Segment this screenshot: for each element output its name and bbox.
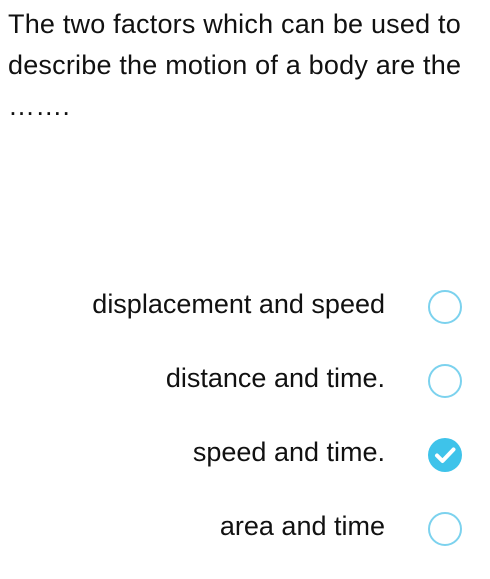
radio-empty-icon[interactable] [428,512,462,546]
checkmark-icon [435,447,456,463]
question-text: The two factors which can be used to des… [8,9,462,121]
checkmark-circle-icon[interactable] [428,438,462,472]
radio-empty-icon[interactable] [428,290,462,324]
option-4[interactable]: area and time [0,505,490,579]
option-label[interactable]: speed and time. [193,435,385,469]
option-1[interactable]: displacement and speed [0,283,490,357]
option-label[interactable]: area and time [220,509,385,543]
option-2[interactable]: distance and time. [0,357,490,431]
option-label[interactable]: displacement and speed [92,287,385,321]
answer-options: displacement and speed distance and time… [0,283,490,579]
option-3[interactable]: speed and time. [0,431,490,505]
radio-empty-icon[interactable] [428,364,462,398]
option-label[interactable]: distance and time. [166,361,385,395]
